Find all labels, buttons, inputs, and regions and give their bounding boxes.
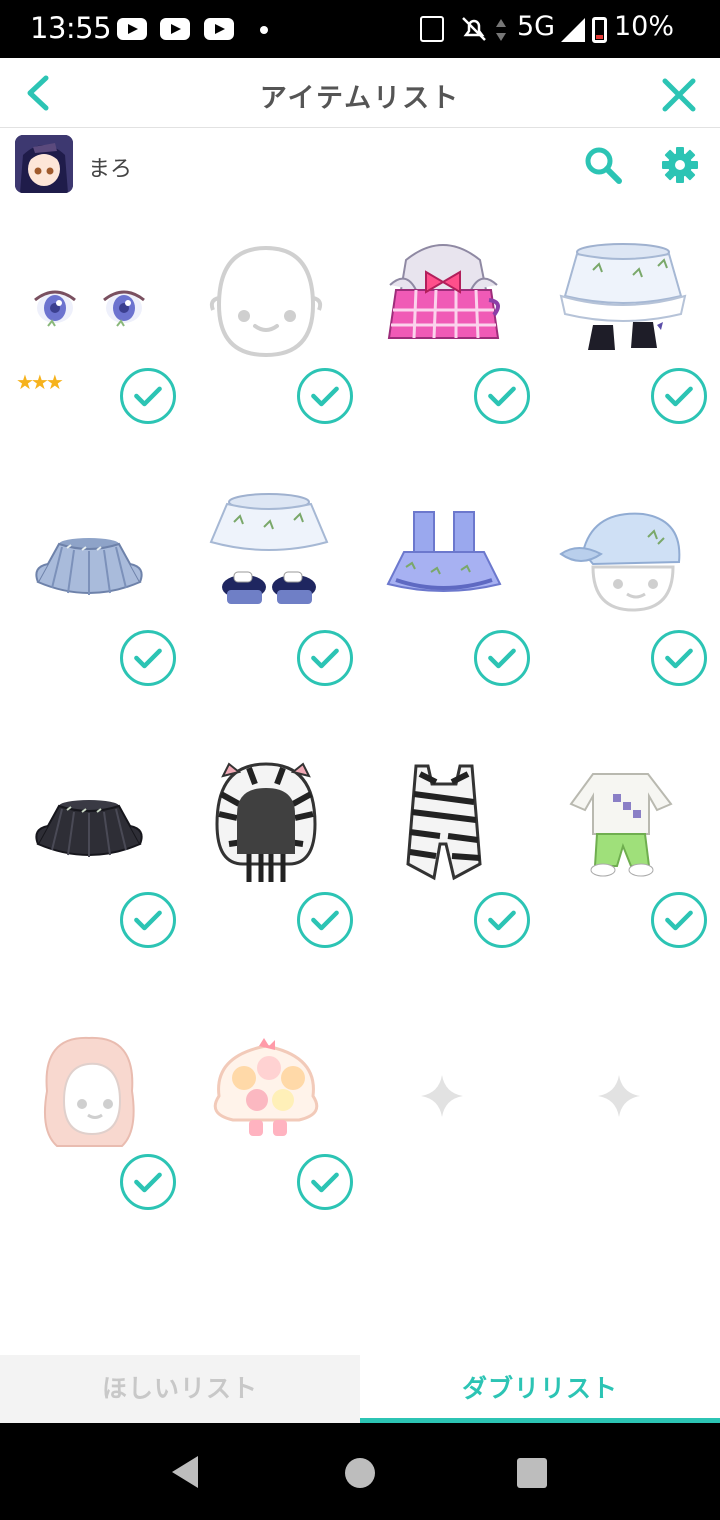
more-notifications-icon — [260, 26, 268, 34]
empty-item-slot — [354, 996, 531, 1258]
youtube-notification-icon — [117, 18, 147, 40]
sparkle-icon — [598, 1075, 640, 1117]
network-type: 5G — [517, 11, 556, 42]
item-cell[interactable] — [531, 472, 708, 734]
black-pleated-skirt-item-image — [35, 800, 143, 857]
youtube-notification-icon — [160, 18, 190, 40]
check-icon[interactable] — [474, 630, 530, 686]
empty-item-slot — [531, 996, 708, 1258]
search-icon[interactable] — [583, 145, 623, 185]
mute-icon — [462, 17, 486, 41]
pink-plaid-outfit-item-image — [387, 244, 500, 339]
item-cell[interactable] — [0, 472, 177, 734]
close-button[interactable] — [660, 76, 698, 114]
white-shirt-green-pants-item-image — [569, 773, 673, 877]
list-tabs: ほしいリスト ダブリリスト — [0, 1355, 720, 1423]
signal-icon — [561, 18, 585, 42]
sparkle-icon — [421, 1075, 463, 1117]
item-cell[interactable] — [354, 734, 531, 996]
avatar-image — [15, 135, 73, 193]
eyes-item-image — [34, 290, 145, 327]
item-cell[interactable] — [531, 734, 708, 996]
item-cell[interactable] — [354, 210, 531, 472]
face-base-item-image — [209, 245, 323, 358]
tab-dup-list[interactable]: ダブリリスト — [360, 1355, 720, 1423]
check-icon[interactable] — [474, 892, 530, 948]
check-icon[interactable] — [474, 368, 530, 424]
avatar[interactable] — [15, 135, 73, 193]
check-icon[interactable] — [297, 1154, 353, 1210]
username: まろ — [88, 157, 133, 182]
zebra-hood-item-image — [215, 762, 317, 882]
nav-recents-icon[interactable] — [517, 1458, 547, 1488]
rarity-stars: ★★★ — [16, 370, 64, 394]
battery-icon — [592, 17, 607, 43]
check-icon[interactable] — [120, 630, 176, 686]
clock: 13:55 — [30, 11, 112, 45]
tab-want-list[interactable]: ほしいリスト — [0, 1355, 360, 1423]
youtube-notification-icon — [204, 18, 234, 40]
blue-pleated-skirt-item-image — [35, 538, 143, 595]
check-icon[interactable] — [297, 630, 353, 686]
floral-skirt-sandals-item-image — [209, 493, 329, 604]
battery-percent: 10% — [614, 11, 675, 42]
check-icon[interactable] — [120, 368, 176, 424]
check-icon[interactable] — [651, 892, 707, 948]
check-icon[interactable] — [651, 368, 707, 424]
page-title: アイテムリスト — [259, 83, 461, 114]
nav-back-icon[interactable] — [172, 1456, 198, 1488]
item-cell[interactable] — [177, 996, 354, 1258]
item-cell[interactable] — [531, 210, 708, 472]
app-header: アイテムリスト — [0, 58, 720, 128]
item-cell[interactable] — [177, 734, 354, 996]
gear-icon[interactable] — [660, 145, 700, 185]
zebra-overalls-item-image — [406, 764, 482, 881]
item-cell[interactable] — [177, 472, 354, 734]
item-cell[interactable] — [0, 734, 177, 996]
user-row: まろ — [0, 129, 720, 199]
system-nav-bar — [0, 1423, 720, 1520]
check-icon[interactable] — [120, 1154, 176, 1210]
blue-casquette-hat-item-image — [559, 512, 681, 612]
check-icon[interactable] — [651, 630, 707, 686]
item-cell[interactable] — [0, 996, 177, 1258]
item-cell[interactable]: ★★★ — [0, 210, 177, 472]
status-bar: 13:55 5G 10% — [0, 0, 720, 58]
check-icon[interactable] — [297, 368, 353, 424]
item-cell[interactable] — [177, 210, 354, 472]
cake-dress-item-image — [213, 1038, 319, 1136]
check-icon[interactable] — [297, 892, 353, 948]
peach-long-hair-item-image — [44, 1036, 135, 1147]
nfc-icon — [420, 16, 444, 42]
blue-tulle-dress-item-image — [386, 511, 502, 592]
nav-home-icon[interactable] — [345, 1458, 375, 1488]
check-icon[interactable] — [120, 892, 176, 948]
data-arrows-icon — [496, 19, 506, 41]
item-cell[interactable] — [354, 472, 531, 734]
white-floral-skirt-boots-item-image — [559, 243, 687, 350]
